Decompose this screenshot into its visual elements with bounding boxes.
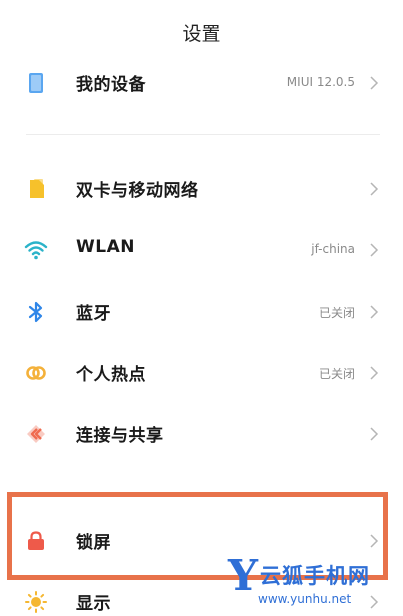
chevron-right-icon <box>370 427 379 441</box>
settings-item-dual-sim[interactable]: 双卡与移动网络 <box>0 164 403 214</box>
watermark-url: www.yunhu.net <box>258 592 352 606</box>
settings-item-value: 已关闭 <box>318 306 355 320</box>
chevron-right-icon <box>370 243 379 257</box>
page-title: 设置 <box>182 23 221 45</box>
settings-item-label: 双卡与移动网络 <box>76 181 199 201</box>
sun-icon <box>25 591 47 613</box>
settings-item-my-device[interactable]: 我的设备 MIUI 12.0.5 <box>0 58 403 108</box>
settings-item-hotspot[interactable]: 个人热点 已关闭 <box>0 348 403 398</box>
chevron-right-icon <box>370 366 379 380</box>
chevron-right-icon <box>370 182 379 196</box>
chevron-right-icon <box>370 305 379 319</box>
settings-item-wlan[interactable]: WLAN jf-china <box>0 225 403 275</box>
settings-item-label: 个人热点 <box>76 365 146 385</box>
settings-item-label: 蓝牙 <box>76 304 111 324</box>
device-icon <box>29 73 43 93</box>
sim-card-icon <box>30 179 44 198</box>
settings-item-label: 显示 <box>76 594 111 614</box>
settings-item-label: WLAN <box>76 237 135 257</box>
watermark-logo: Y <box>228 551 258 600</box>
settings-item-value: 已关闭 <box>318 367 355 381</box>
wifi-icon <box>24 241 48 260</box>
chevron-right-icon <box>370 76 379 90</box>
settings-item-label: 我的设备 <box>76 75 146 95</box>
share-icon <box>27 425 45 443</box>
settings-item-connection-sharing[interactable]: 连接与共享 <box>0 409 403 459</box>
watermark: Y 云狐手机网 www.yunhu.net <box>228 554 388 616</box>
watermark-brand: 云狐手机网 <box>260 564 370 588</box>
settings-item-bluetooth[interactable]: 蓝牙 已关闭 <box>0 287 403 337</box>
section-divider <box>26 134 380 135</box>
settings-item-value: jf-china <box>311 242 355 256</box>
settings-screen: 设置 我的设备 MIUI 12.0.5 双卡与移动网络 WLAN jf-chin… <box>0 0 403 616</box>
bluetooth-icon <box>28 301 43 323</box>
settings-item-value: MIUI 12.0.5 <box>286 75 355 89</box>
settings-item-label: 连接与共享 <box>76 426 164 446</box>
hotspot-icon <box>26 366 46 380</box>
